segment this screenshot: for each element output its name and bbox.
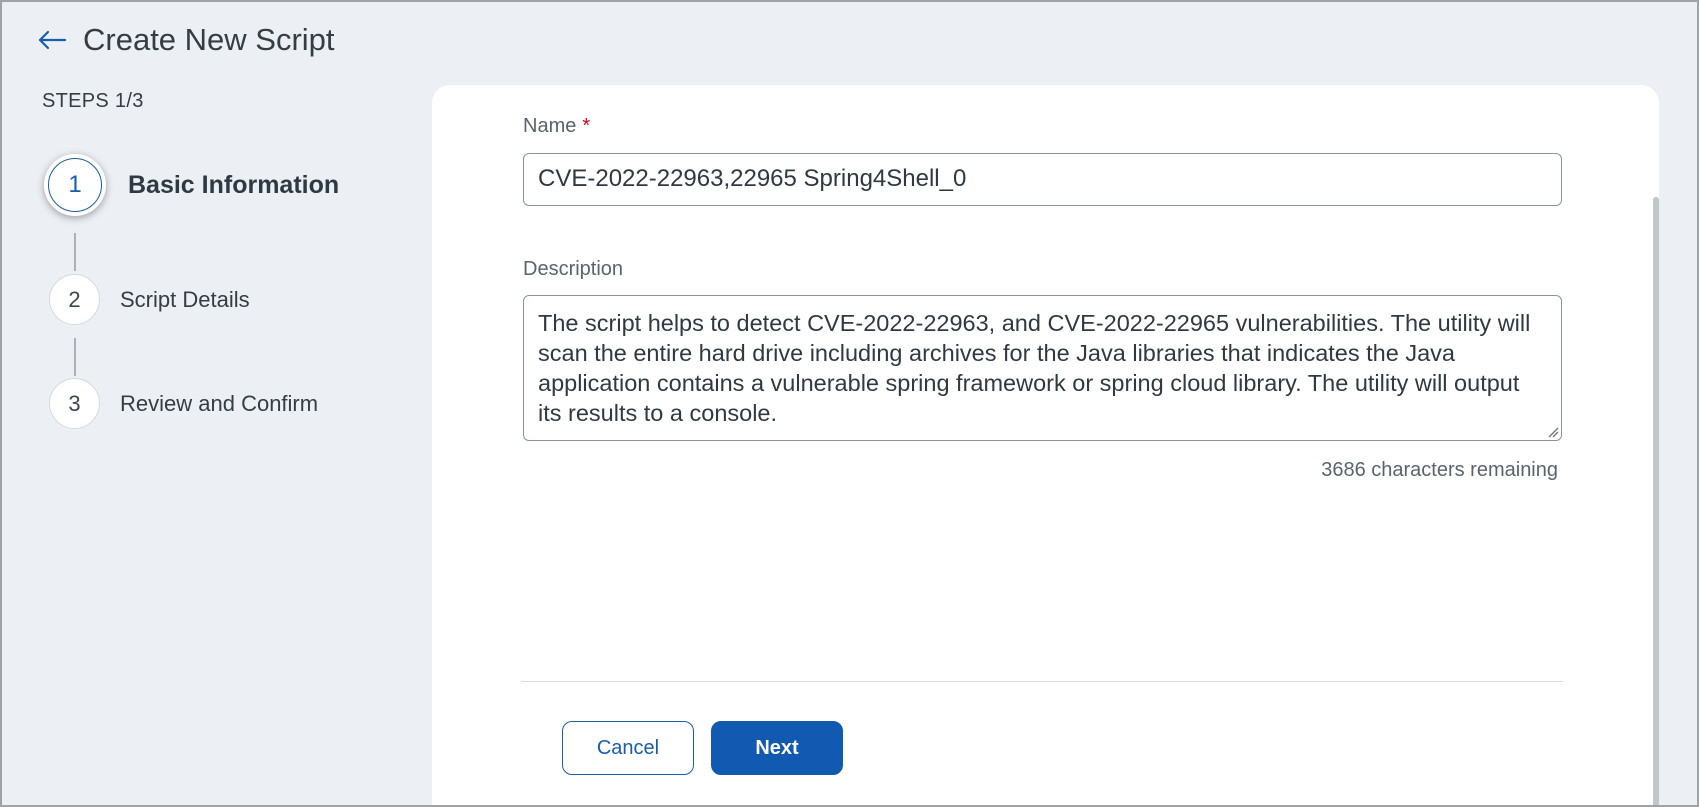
- footer-divider: [521, 681, 1563, 682]
- steps-progress-label: STEPS 1/3: [42, 90, 144, 112]
- step-review-and-confirm[interactable]: 3 Review and Confirm: [49, 378, 318, 429]
- step-label: Script Details: [120, 286, 250, 312]
- step-number: 1: [48, 158, 102, 212]
- name-input[interactable]: CVE-2022-22963,22965 Spring4Shell_0: [523, 153, 1562, 206]
- vertical-scrollbar[interactable]: [1653, 197, 1659, 805]
- name-field-label: Name *: [523, 115, 591, 137]
- description-field-label: Description: [523, 258, 624, 280]
- step-label: Basic Information: [128, 170, 340, 199]
- characters-remaining: 3686 characters remaining: [1321, 459, 1558, 481]
- page-header: Create New Script: [35, 20, 335, 60]
- description-textarea[interactable]: The script helps to detect CVE-2022-2296…: [523, 295, 1562, 441]
- step-script-details[interactable]: 2 Script Details: [49, 274, 250, 325]
- app-window: Create New Script STEPS 1/3 1 Basic Info…: [0, 0, 1699, 807]
- step-connector: [74, 233, 76, 271]
- required-indicator: *: [582, 115, 591, 137]
- cancel-button[interactable]: Cancel: [562, 721, 694, 775]
- step-number-circle: 1: [44, 154, 106, 216]
- page-title: Create New Script: [83, 22, 335, 57]
- back-button[interactable]: [35, 28, 69, 52]
- arrow-left-icon: [38, 30, 67, 50]
- step-connector: [74, 338, 76, 376]
- step-number-circle: 2: [49, 274, 100, 325]
- step-label: Review and Confirm: [120, 390, 319, 416]
- resize-handle-icon[interactable]: [1547, 426, 1559, 438]
- step-basic-information[interactable]: 1 Basic Information: [44, 154, 339, 216]
- step-number-circle: 3: [49, 378, 100, 429]
- next-button[interactable]: Next: [711, 721, 843, 775]
